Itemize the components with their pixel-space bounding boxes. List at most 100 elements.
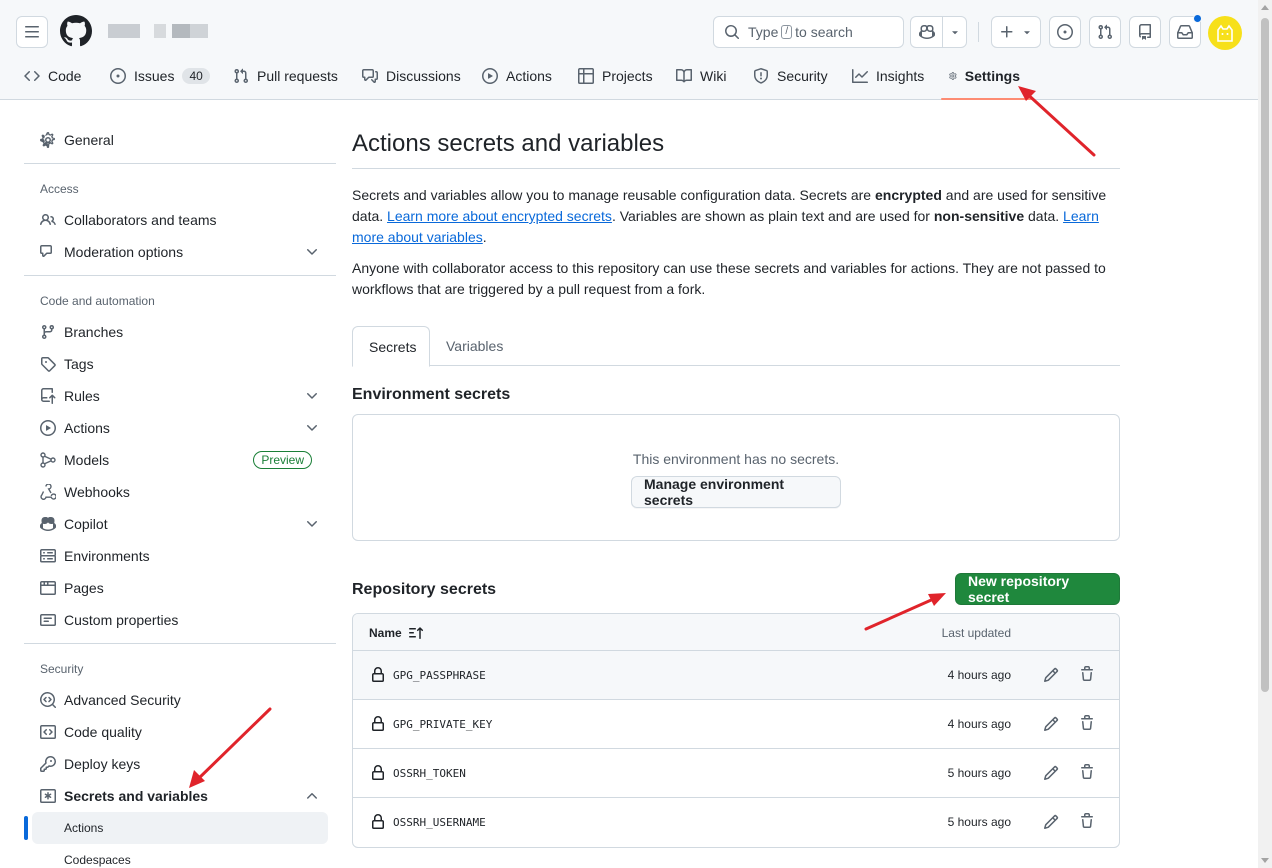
title-divider bbox=[352, 168, 1120, 169]
sidebar-item-actions[interactable]: Actions bbox=[32, 412, 328, 444]
tab-insights[interactable]: Insights bbox=[844, 60, 941, 92]
sidebar-item-tags[interactable]: Tags bbox=[32, 348, 328, 380]
sidebar-item-label: Code quality bbox=[64, 724, 142, 740]
table-icon bbox=[578, 68, 594, 84]
chevron-down-icon bbox=[307, 521, 317, 527]
owner-name-pixelated[interactable] bbox=[108, 24, 140, 38]
intro-text: . Variables are shown as plain text and … bbox=[611, 208, 934, 224]
repositories-button[interactable] bbox=[1129, 16, 1161, 48]
sidebar-item-deploy-keys[interactable]: Deploy keys bbox=[32, 748, 328, 780]
repo-name-pixelated[interactable] bbox=[154, 24, 208, 38]
search-placeholder-suffix: to search bbox=[795, 24, 853, 40]
sidebar-item-moderation[interactable]: Moderation options bbox=[32, 236, 328, 268]
search-shortcut-key: / bbox=[781, 25, 793, 39]
tab-wiki[interactable]: Wiki bbox=[668, 60, 745, 92]
sidebar-item-collaborators[interactable]: Collaborators and teams bbox=[32, 204, 328, 236]
sidebar-item-webhooks[interactable]: Webhooks bbox=[32, 476, 328, 508]
tab-code[interactable]: Code bbox=[16, 60, 102, 92]
tab-variables[interactable]: Variables bbox=[430, 326, 519, 366]
git-pull-request-icon bbox=[234, 68, 249, 84]
pencil-icon[interactable] bbox=[1043, 814, 1059, 830]
tab-discussions-label: Discussions bbox=[386, 68, 461, 84]
sidebar-item-branches[interactable]: Branches bbox=[32, 316, 328, 348]
sidebar-item-rules[interactable]: Rules bbox=[32, 380, 328, 412]
tab-issues-label: Issues bbox=[134, 68, 175, 84]
table-row: OSSRH_TOKEN 5 hours ago bbox=[353, 749, 1119, 798]
github-logo-icon[interactable] bbox=[60, 15, 92, 47]
manage-environment-secrets-button[interactable]: Manage environment secrets bbox=[631, 476, 841, 508]
copilot-dropdown-button[interactable] bbox=[942, 17, 966, 47]
server-icon bbox=[40, 549, 56, 563]
scroll-up-arrow-icon[interactable] bbox=[1261, 5, 1269, 10]
gear-icon bbox=[40, 132, 55, 148]
create-new-button[interactable] bbox=[991, 16, 1041, 48]
last-updated-column-header: Last updated bbox=[941, 626, 1011, 640]
search-placeholder-prefix: Type bbox=[748, 24, 779, 40]
search-input[interactable]: Type / to search bbox=[713, 16, 904, 48]
triangle-down-icon bbox=[951, 31, 958, 35]
sidebar-divider bbox=[24, 163, 336, 164]
tab-pull-requests[interactable]: Pull requests bbox=[225, 60, 354, 92]
tab-projects[interactable]: Projects bbox=[570, 60, 668, 92]
issue-opened-icon bbox=[110, 68, 126, 84]
name-column-header[interactable]: Name bbox=[369, 625, 424, 641]
sidebar-heading-access: Access bbox=[40, 182, 79, 196]
secret-name: GPG_PRIVATE_KEY bbox=[393, 718, 493, 731]
sidebar-item-code-quality[interactable]: Code quality bbox=[32, 716, 328, 748]
secret-last-updated: 5 hours ago bbox=[947, 815, 1011, 829]
tab-secrets[interactable]: Secrets bbox=[352, 326, 430, 367]
trash-icon[interactable] bbox=[1079, 764, 1095, 780]
sidebar-item-pages[interactable]: Pages bbox=[32, 572, 328, 604]
tab-wiki-label: Wiki bbox=[700, 68, 727, 84]
sidebar-item-copilot[interactable]: Copilot bbox=[32, 508, 328, 540]
sidebar-subitem-actions[interactable]: Actions bbox=[32, 812, 328, 844]
sidebar-item-custom-properties[interactable]: Custom properties bbox=[32, 604, 328, 636]
empty-state-text: This environment has no secrets. bbox=[632, 451, 840, 467]
environment-secrets-box: This environment has no secrets. Manage … bbox=[352, 414, 1120, 541]
tab-discussions[interactable]: Discussions bbox=[354, 60, 474, 92]
code-icon bbox=[24, 70, 40, 82]
shield-icon bbox=[754, 68, 768, 84]
tab-settings[interactable]: Settings bbox=[941, 60, 1032, 100]
pencil-icon[interactable] bbox=[1043, 765, 1059, 781]
trash-icon[interactable] bbox=[1079, 715, 1095, 731]
sidebar-item-advanced-security[interactable]: Advanced Security bbox=[32, 684, 328, 716]
sidebar-item-environments[interactable]: Environments bbox=[32, 540, 328, 572]
tab-security[interactable]: Security bbox=[745, 60, 844, 92]
page-scrollbar[interactable] bbox=[1258, 0, 1272, 868]
secret-last-updated: 4 hours ago bbox=[947, 668, 1011, 682]
graph-icon bbox=[852, 69, 868, 83]
tab-actions[interactable]: Actions bbox=[474, 60, 570, 92]
scrollbar-thumb[interactable] bbox=[1261, 18, 1269, 692]
trash-icon[interactable] bbox=[1079, 666, 1095, 682]
sidebar-item-models[interactable]: Models Preview bbox=[32, 444, 328, 476]
tab-settings-label: Settings bbox=[964, 68, 1020, 84]
tab-issues[interactable]: Issues 40 bbox=[102, 60, 225, 92]
triangle-down-icon bbox=[1024, 31, 1030, 35]
menu-button[interactable] bbox=[16, 16, 48, 48]
global-header: Type / to search Code Issues 40 Pull req… bbox=[0, 0, 1258, 100]
new-repository-secret-button[interactable]: New repository secret bbox=[955, 573, 1120, 605]
repository-secrets-title: Repository secrets bbox=[352, 581, 497, 598]
comment-discussion-icon bbox=[362, 69, 378, 83]
avatar[interactable] bbox=[1208, 16, 1242, 50]
sidebar-item-secrets-variables[interactable]: Secrets and variables bbox=[32, 780, 328, 812]
pencil-icon[interactable] bbox=[1043, 716, 1059, 732]
pencil-icon[interactable] bbox=[1043, 667, 1059, 683]
intro-bold: encrypted bbox=[874, 187, 942, 203]
book-icon bbox=[676, 68, 692, 83]
your-pull-requests-button[interactable] bbox=[1089, 16, 1121, 48]
trash-icon[interactable] bbox=[1079, 813, 1095, 829]
your-issues-button[interactable] bbox=[1049, 16, 1081, 48]
sidebar-item-label: Tags bbox=[64, 356, 94, 372]
scroll-down-arrow-icon[interactable] bbox=[1261, 858, 1269, 863]
copilot-button[interactable] bbox=[911, 17, 942, 47]
lock-icon bbox=[372, 716, 384, 731]
issue-opened-icon bbox=[1057, 24, 1073, 40]
copilot-button-group bbox=[910, 16, 967, 48]
sidebar-item-general[interactable]: General bbox=[32, 124, 328, 156]
sidebar-item-label: Rules bbox=[64, 388, 100, 404]
sidebar-subitem-codespaces[interactable]: Codespaces bbox=[32, 844, 328, 868]
secret-last-updated: 5 hours ago bbox=[947, 766, 1011, 780]
learn-encrypted-secrets-link[interactable]: Learn more about encrypted secrets bbox=[387, 208, 612, 224]
